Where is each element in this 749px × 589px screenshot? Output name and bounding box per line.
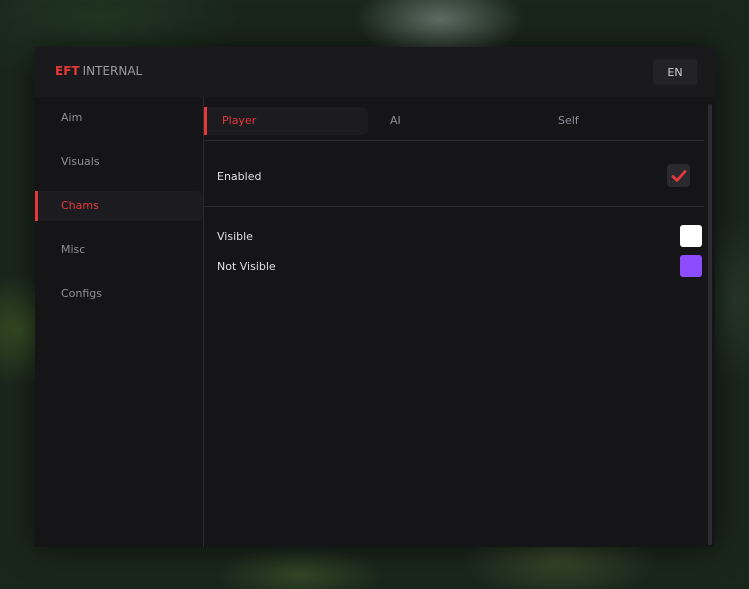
scrollbar[interactable]	[708, 104, 712, 545]
sidebar: Aim Visuals Chams Misc Configs	[35, 97, 203, 547]
enabled-label: Enabled	[217, 170, 262, 183]
sidebar-item-aim[interactable]: Aim	[35, 103, 203, 133]
not-visible-label: Not Visible	[217, 260, 276, 273]
app-title-rest: INTERNAL	[82, 64, 143, 78]
visible-label: Visible	[217, 230, 253, 243]
tab-player[interactable]: Player	[204, 107, 368, 135]
app-title-accent: EFT	[55, 64, 80, 78]
app-title: EFT INTERNAL	[55, 64, 142, 78]
title-bar: EFT INTERNAL EN	[35, 47, 715, 97]
checkmark-icon	[671, 169, 686, 182]
visible-color-swatch[interactable]	[680, 225, 702, 247]
language-button[interactable]: EN	[653, 59, 697, 85]
content-panel: Player AI Self Enabled Visible Not Visib…	[203, 97, 716, 547]
enabled-checkbox[interactable]	[667, 164, 690, 187]
tab-ai[interactable]: AI	[372, 107, 536, 135]
sidebar-item-visuals[interactable]: Visuals	[35, 147, 203, 177]
not-visible-color-swatch[interactable]	[680, 255, 702, 277]
section-divider	[204, 206, 704, 207]
tabs-divider	[204, 140, 704, 141]
sidebar-item-chams[interactable]: Chams	[35, 191, 203, 221]
app-window: EFT INTERNAL EN Aim Visuals Chams Misc Co…	[35, 47, 715, 547]
sidebar-item-misc[interactable]: Misc	[35, 235, 203, 265]
tab-self[interactable]: Self	[540, 107, 704, 135]
sidebar-item-configs[interactable]: Configs	[35, 279, 203, 309]
